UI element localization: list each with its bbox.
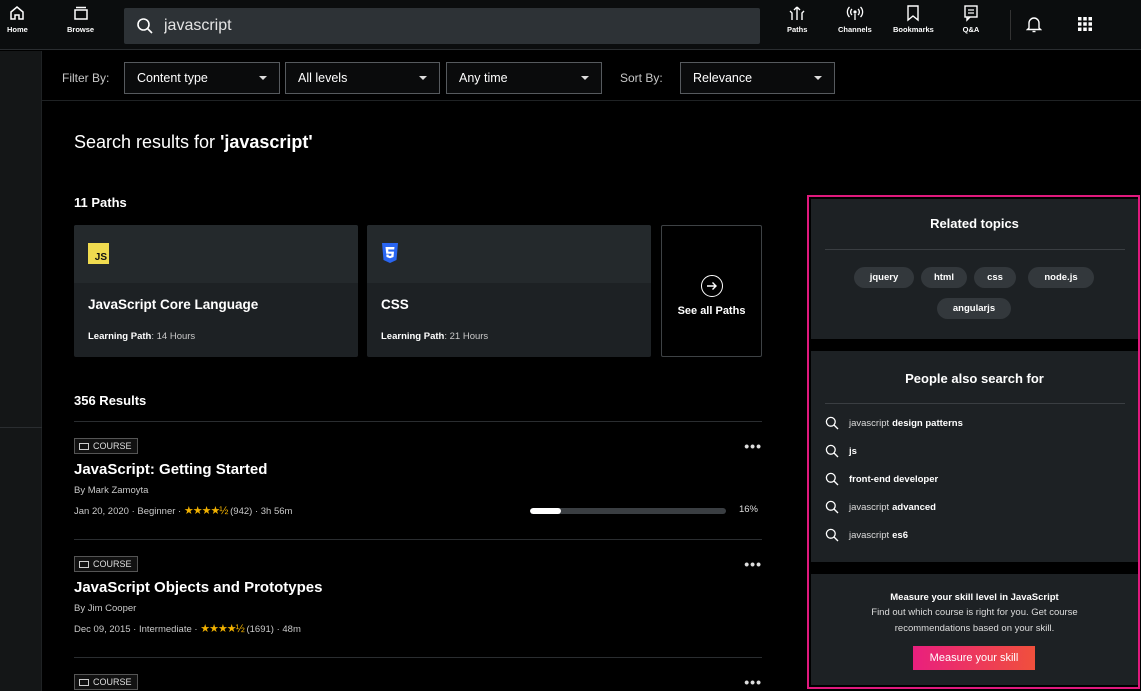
browse-icon <box>73 6 88 20</box>
path-title: CSS <box>381 297 409 312</box>
star-rating: ★★★★½ <box>200 623 245 635</box>
video-icon <box>79 442 89 450</box>
path-meta: Learning Path: 14 Hours <box>88 331 196 342</box>
left-rail <box>0 51 42 691</box>
time-dropdown[interactable]: Any time <box>446 62 602 94</box>
chevron-down-icon <box>581 76 589 80</box>
path-card-javascript[interactable]: JS JavaScript Core Language Learning Pat… <box>74 225 358 357</box>
video-icon <box>79 678 89 686</box>
results-divider <box>74 421 762 422</box>
chevron-down-icon <box>419 76 427 80</box>
highlight-border <box>807 195 1140 689</box>
course-badge: COURSE <box>74 438 138 454</box>
filter-bar: Filter By: Content type All levels Any t… <box>42 51 1141 101</box>
home-icon <box>10 6 25 20</box>
nav-channels[interactable]: Channels <box>838 4 872 34</box>
results-divider <box>74 657 762 658</box>
search-bar[interactable] <box>124 8 760 44</box>
css-logo-icon <box>382 243 398 263</box>
sort-by-label: Sort By: <box>620 71 663 85</box>
course-badge: COURSE <box>74 556 138 572</box>
top-bar: Home Browse Paths Channels Bookmarks Q&A <box>0 0 1141 50</box>
qa-icon <box>964 5 978 22</box>
list-item[interactable]: COURSE ••• JavaScript Objects and Protot… <box>74 556 762 656</box>
course-title[interactable]: JavaScript: Getting Started <box>74 461 267 478</box>
path-card-header <box>367 225 651 283</box>
paths-heading: 11 Paths <box>74 195 127 210</box>
video-icon <box>79 560 89 568</box>
star-rating: ★★★★½ <box>183 505 229 517</box>
sort-dropdown[interactable]: Relevance <box>680 62 835 94</box>
grid-icon <box>1078 17 1092 31</box>
more-options-button[interactable]: ••• <box>744 438 762 454</box>
course-badge: COURSE <box>74 674 138 690</box>
path-title: JavaScript Core Language <box>88 297 259 312</box>
arrow-right-icon <box>700 275 723 297</box>
list-item[interactable]: COURSE ••• <box>74 674 762 691</box>
chevron-down-icon <box>814 76 822 80</box>
see-all-paths-button[interactable]: See all Paths <box>661 225 762 357</box>
progress-bar <box>530 508 726 514</box>
nav-paths[interactable]: Paths <box>787 4 807 34</box>
course-author: By Jim Cooper <box>74 603 137 614</box>
search-icon <box>137 18 153 34</box>
topbar-divider <box>1010 10 1011 40</box>
nav-qa[interactable]: Q&A <box>962 4 980 34</box>
more-options-button[interactable]: ••• <box>744 674 762 690</box>
progress-percent: 16% <box>738 504 758 515</box>
filter-by-label: Filter By: <box>62 71 110 85</box>
nav-browse[interactable]: Browse <box>67 4 94 34</box>
bell-icon <box>1026 17 1042 33</box>
page-title: Search results for 'javascript' <box>74 132 313 152</box>
path-meta: Learning Path: 21 Hours <box>381 331 489 342</box>
bookmark-icon <box>907 5 920 22</box>
course-title[interactable]: JavaScript Objects and Prototypes <box>74 579 322 596</box>
results-heading: 356 Results <box>74 393 147 408</box>
results-divider <box>74 539 762 540</box>
progress-fill <box>530 508 562 514</box>
list-item[interactable]: COURSE ••• JavaScript: Getting Started B… <box>74 438 762 538</box>
more-options-button[interactable]: ••• <box>744 556 762 572</box>
nav-home[interactable]: Home <box>7 4 28 34</box>
course-author: By Mark Zamoyta <box>74 485 149 496</box>
nav-bookmarks[interactable]: Bookmarks <box>893 4 934 34</box>
course-meta: Dec 09, 2015 · Intermediate · ★★★★½ (169… <box>74 623 301 635</box>
path-card-css[interactable]: CSS Learning Path: 21 Hours <box>367 225 651 357</box>
paths-icon <box>789 6 805 20</box>
content-type-dropdown[interactable]: Content type <box>124 62 280 94</box>
javascript-logo-icon: JS <box>88 243 109 264</box>
chevron-down-icon <box>259 76 267 80</box>
path-card-header: JS <box>74 225 358 283</box>
channels-icon <box>846 6 864 20</box>
notifications-button[interactable] <box>1024 14 1044 34</box>
levels-dropdown[interactable]: All levels <box>285 62 440 94</box>
search-input[interactable] <box>164 17 724 35</box>
apps-menu-button[interactable] <box>1075 14 1095 34</box>
course-meta: Jan 20, 2020 · Beginner · ★★★★½ (942) · … <box>74 505 293 517</box>
rail-divider <box>0 427 42 428</box>
